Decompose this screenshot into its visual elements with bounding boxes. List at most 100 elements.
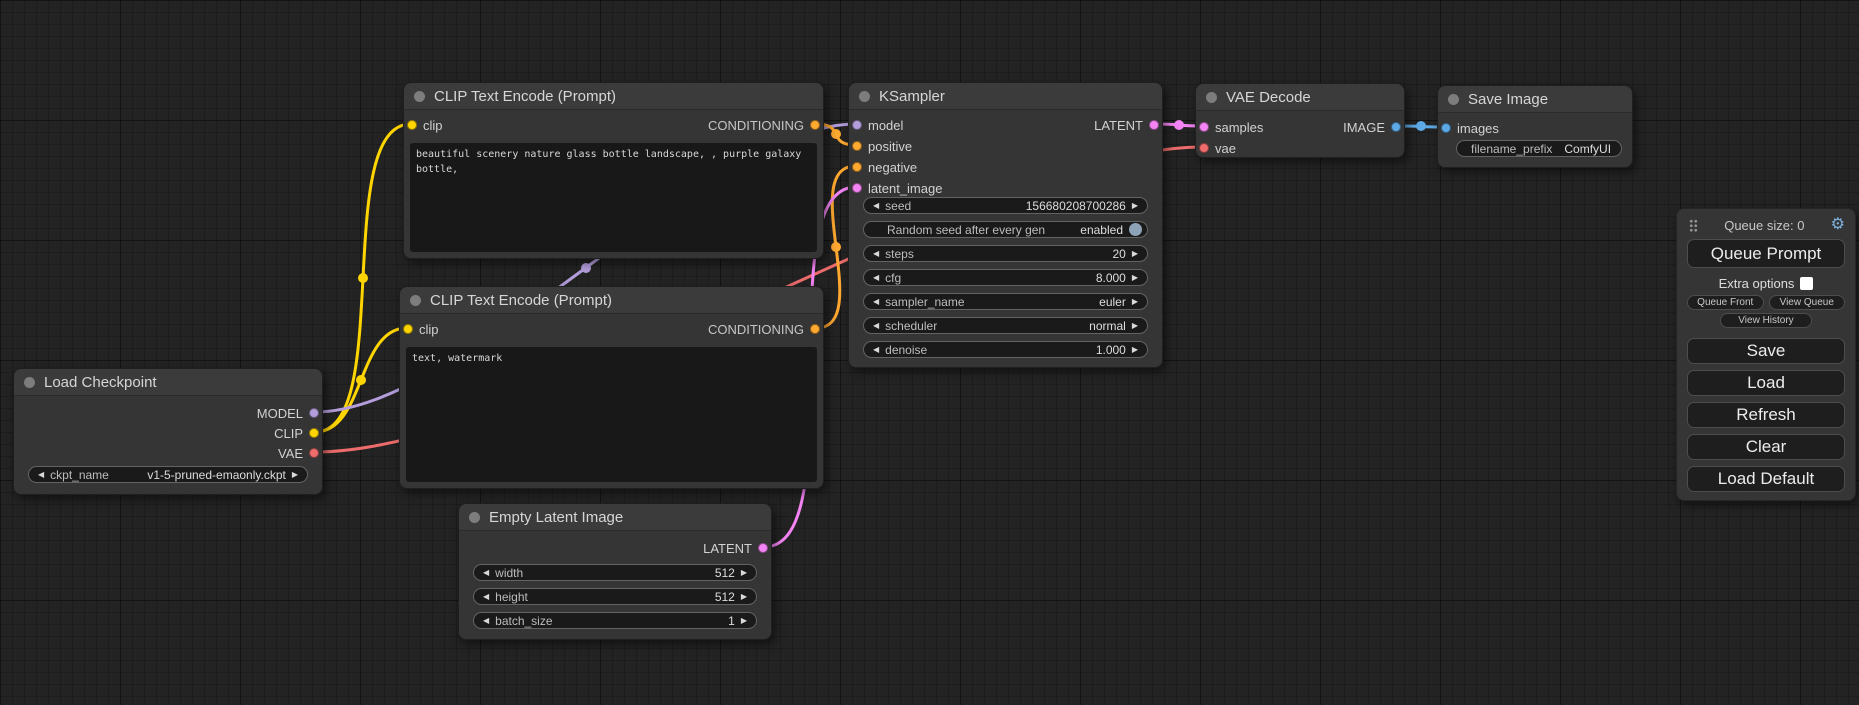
node-title-bar[interactable]: KSampler — [849, 83, 1162, 110]
output-slot-latent[interactable]: LATENT — [1094, 118, 1159, 132]
latent-input-dot[interactable] — [852, 183, 862, 193]
output-slot-clip[interactable]: CLIP — [274, 426, 319, 440]
node-save-image[interactable]: Save Image images filename_prefix ComfyU… — [1437, 85, 1633, 168]
node-ksampler[interactable]: KSampler model positive negative latent_… — [848, 82, 1163, 368]
conditioning-output-dot[interactable] — [810, 120, 820, 130]
latent-output-dot[interactable] — [1149, 120, 1159, 130]
prev-value-icon[interactable]: ◀ — [38, 471, 44, 479]
refresh-button[interactable]: Refresh — [1687, 402, 1845, 428]
vae-output-dot[interactable] — [309, 448, 319, 458]
load-default-button[interactable]: Load Default — [1687, 466, 1845, 492]
decrement-icon[interactable]: ◀ — [483, 593, 489, 601]
random-seed-toggle-widget[interactable]: Random seed after every gen enabled — [863, 221, 1148, 238]
increment-icon[interactable]: ▶ — [1132, 202, 1138, 210]
node-title-bar[interactable]: CLIP Text Encode (Prompt) — [404, 83, 823, 110]
clip-input-dot[interactable] — [403, 324, 413, 334]
vae-input-dot[interactable] — [1199, 143, 1209, 153]
latent-output-dot[interactable] — [758, 543, 768, 553]
increment-icon[interactable]: ▶ — [1132, 274, 1138, 282]
increment-icon[interactable]: ▶ — [1132, 346, 1138, 354]
decrement-icon[interactable]: ◀ — [873, 202, 879, 210]
height-widget[interactable]: ◀ height 512 ▶ — [473, 588, 757, 605]
drag-handle-icon[interactable] — [1689, 219, 1698, 232]
denoise-widget[interactable]: ◀ denoise 1.000 ▶ — [863, 341, 1148, 358]
increment-icon[interactable]: ▶ — [741, 617, 747, 625]
image-output-dot[interactable] — [1391, 122, 1401, 132]
clip-input-dot[interactable] — [407, 120, 417, 130]
collapse-dot-icon[interactable] — [1448, 94, 1459, 105]
node-load-checkpoint[interactable]: Load Checkpoint MODEL CLIP VAE ◀ ckpt_na… — [13, 368, 323, 495]
node-empty-latent-image[interactable]: Empty Latent Image LATENT ◀ width 512 ▶ … — [458, 503, 772, 640]
settings-gear-icon[interactable]: ⚙ — [1831, 217, 1845, 233]
queue-prompt-button[interactable]: Queue Prompt — [1687, 239, 1845, 268]
output-slot-conditioning[interactable]: CONDITIONING — [708, 118, 820, 132]
prompt-textarea[interactable]: beautiful scenery nature glass bottle la… — [410, 143, 817, 252]
conditioning-output-dot[interactable] — [810, 324, 820, 334]
prev-value-icon[interactable]: ◀ — [873, 322, 879, 330]
decrement-icon[interactable]: ◀ — [483, 617, 489, 625]
node-graph-canvas[interactable]: Load Checkpoint MODEL CLIP VAE ◀ ckpt_na… — [0, 0, 1859, 705]
filename-prefix-widget[interactable]: filename_prefix ComfyUI — [1456, 140, 1622, 157]
decrement-icon[interactable]: ◀ — [873, 274, 879, 282]
input-slot-latent-image[interactable]: latent_image — [852, 181, 942, 195]
collapse-dot-icon[interactable] — [1206, 92, 1217, 103]
seed-widget[interactable]: ◀ seed 156680208700286 ▶ — [863, 197, 1148, 214]
images-input-dot[interactable] — [1441, 123, 1451, 133]
save-button[interactable]: Save — [1687, 338, 1845, 364]
output-slot-model[interactable]: MODEL — [257, 406, 319, 420]
input-slot-clip[interactable]: clip — [407, 118, 443, 132]
input-slot-samples[interactable]: samples — [1199, 120, 1263, 134]
cfg-widget[interactable]: ◀ cfg 8.000 ▶ — [863, 269, 1148, 286]
clear-button[interactable]: Clear — [1687, 434, 1845, 460]
prompt-textarea[interactable]: text, watermark — [406, 347, 817, 482]
width-widget[interactable]: ◀ width 512 ▶ — [473, 564, 757, 581]
node-title-bar[interactable]: VAE Decode — [1196, 84, 1404, 111]
collapse-dot-icon[interactable] — [469, 512, 480, 523]
collapse-dot-icon[interactable] — [414, 91, 425, 102]
clip-output-dot[interactable] — [309, 428, 319, 438]
node-title-bar[interactable]: Save Image — [1438, 86, 1632, 113]
node-title-bar[interactable]: Load Checkpoint — [14, 369, 322, 396]
input-slot-clip[interactable]: clip — [403, 322, 439, 336]
view-history-button[interactable]: View History — [1720, 313, 1812, 328]
input-slot-model[interactable]: model — [852, 118, 903, 132]
queue-front-button[interactable]: Queue Front — [1687, 295, 1764, 310]
input-slot-positive[interactable]: positive — [852, 139, 912, 153]
collapse-dot-icon[interactable] — [24, 377, 35, 388]
negative-input-dot[interactable] — [852, 162, 862, 172]
steps-widget[interactable]: ◀ steps 20 ▶ — [863, 245, 1148, 262]
load-button[interactable]: Load — [1687, 370, 1845, 396]
output-slot-conditioning[interactable]: CONDITIONING — [708, 322, 820, 336]
sampler-name-widget[interactable]: ◀ sampler_name euler ▶ — [863, 293, 1148, 310]
prev-value-icon[interactable]: ◀ — [873, 298, 879, 306]
scheduler-widget[interactable]: ◀ scheduler normal ▶ — [863, 317, 1148, 334]
node-title-bar[interactable]: CLIP Text Encode (Prompt) — [400, 287, 823, 314]
toggle-knob[interactable] — [1129, 223, 1142, 236]
increment-icon[interactable]: ▶ — [741, 593, 747, 601]
increment-icon[interactable]: ▶ — [741, 569, 747, 577]
node-clip-text-encode-positive[interactable]: CLIP Text Encode (Prompt) clip CONDITION… — [403, 82, 824, 259]
output-slot-vae[interactable]: VAE — [278, 446, 319, 460]
model-input-dot[interactable] — [852, 120, 862, 130]
output-slot-latent[interactable]: LATENT — [703, 541, 768, 555]
collapse-dot-icon[interactable] — [859, 91, 870, 102]
extra-options-checkbox[interactable] — [1800, 277, 1813, 290]
next-value-icon[interactable]: ▶ — [1132, 298, 1138, 306]
input-slot-negative[interactable]: negative — [852, 160, 917, 174]
increment-icon[interactable]: ▶ — [1132, 250, 1138, 258]
next-value-icon[interactable]: ▶ — [1132, 322, 1138, 330]
next-value-icon[interactable]: ▶ — [292, 471, 298, 479]
output-slot-image[interactable]: IMAGE — [1343, 120, 1401, 134]
node-title-bar[interactable]: Empty Latent Image — [459, 504, 771, 531]
positive-input-dot[interactable] — [852, 141, 862, 151]
collapse-dot-icon[interactable] — [410, 295, 421, 306]
view-queue-button[interactable]: View Queue — [1769, 295, 1846, 310]
model-output-dot[interactable] — [309, 408, 319, 418]
decrement-icon[interactable]: ◀ — [873, 250, 879, 258]
samples-input-dot[interactable] — [1199, 122, 1209, 132]
node-clip-text-encode-negative[interactable]: CLIP Text Encode (Prompt) clip CONDITION… — [399, 286, 824, 489]
input-slot-vae[interactable]: vae — [1199, 141, 1236, 155]
input-slot-images[interactable]: images — [1441, 121, 1499, 135]
decrement-icon[interactable]: ◀ — [873, 346, 879, 354]
node-vae-decode[interactable]: VAE Decode samples vae IMAGE — [1195, 83, 1405, 158]
